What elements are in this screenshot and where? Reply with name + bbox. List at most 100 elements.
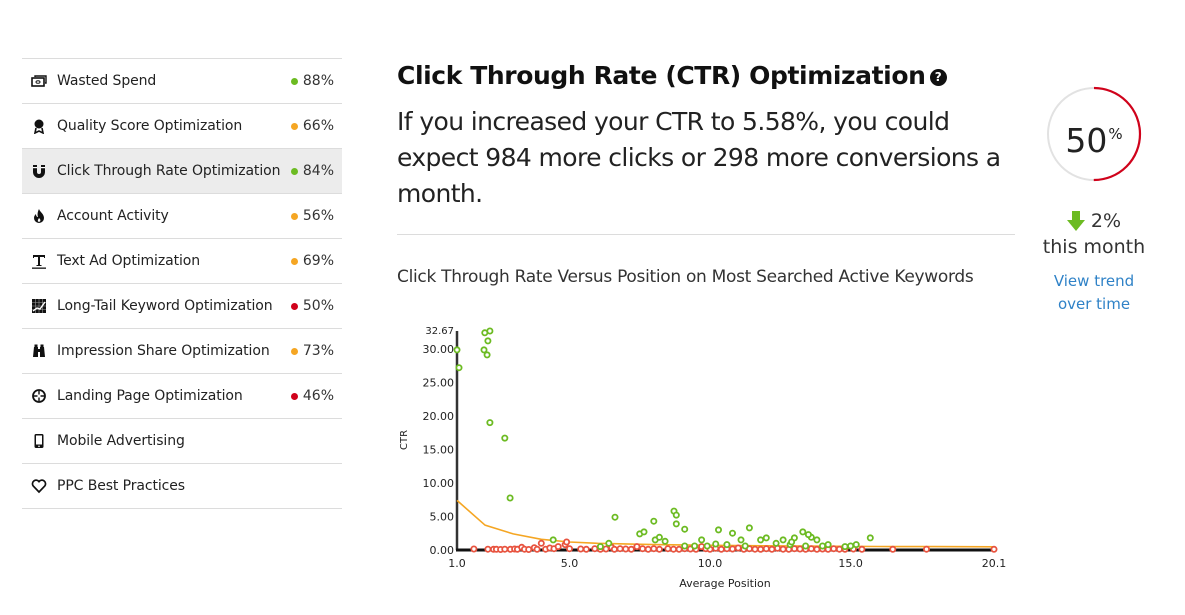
score-percent: 56% — [302, 208, 334, 224]
score-unit: % — [1108, 125, 1123, 143]
trend-row: 2% — [1036, 210, 1152, 232]
scatter-point-above-target — [847, 542, 855, 550]
scatter-point-below-target — [565, 545, 573, 553]
scatter-point-above-target — [681, 542, 689, 550]
scatter-point-below-target — [835, 545, 843, 553]
scatter-point-below-target — [813, 545, 821, 553]
scatter-point-above-target — [728, 529, 736, 537]
scatter-point-above-target — [605, 539, 613, 547]
sidebar-item-score: 46% — [290, 388, 334, 404]
sidebar-item-impression-share-optimization[interactable]: Impression Share Optimization 73% — [22, 329, 342, 374]
scatter-point-above-target — [640, 528, 648, 536]
award-ribbon-icon — [30, 117, 48, 135]
x-tick-label: 20.1 — [982, 557, 1007, 570]
scatter-point-below-target — [533, 545, 541, 553]
sidebar-item-label: Quality Score Optimization — [57, 118, 243, 134]
question-circle-icon[interactable]: ? — [929, 69, 947, 86]
sidebar-item-score: 84% — [290, 163, 334, 179]
scatter-point-above-target — [804, 531, 812, 539]
scatter-point-above-target — [453, 346, 461, 354]
scatter-point-below-target — [717, 545, 725, 553]
ctr-scatter-chart: 0.00 5.00 10.00 15.00 20.00 25.00 30.00 32.67 1… — [399, 326, 1007, 590]
status-dot — [290, 347, 298, 355]
main-content: Click Through Rate (CTR) Optimization? I… — [397, 58, 1017, 287]
arrow-down-icon — [1066, 211, 1085, 231]
score-percent: 46% — [302, 388, 334, 404]
sidebar-item-label: Mobile Advertising — [57, 433, 185, 449]
scatter-point-above-target — [484, 337, 492, 345]
x-axis-label: Average Position — [679, 577, 771, 590]
x-tick-label: 15.0 — [838, 557, 863, 570]
scatter-point-above-target — [813, 536, 821, 544]
scatter-point-below-target — [577, 545, 585, 553]
section-divider — [397, 234, 1015, 235]
scatter-point-below-target — [762, 545, 770, 553]
scatter-point-above-target — [723, 541, 731, 549]
scatter-point-below-target — [650, 545, 658, 553]
scatter-point-above-target — [741, 542, 749, 550]
sidebar-item-label: Wasted Spend — [57, 73, 157, 89]
score-percent: 84% — [302, 163, 334, 179]
score-percent: 66% — [302, 118, 334, 134]
scatter-point-below-target — [728, 545, 736, 553]
y-tick-label: 10.00 — [423, 477, 455, 490]
x-tick-label: 10.0 — [698, 557, 723, 570]
sidebar-item-mobile-advertising[interactable]: Mobile Advertising — [22, 419, 342, 464]
scatter-point-above-target — [486, 419, 494, 427]
scatter-point-below-target — [610, 545, 618, 553]
sidebar-item-text-ad-optimization[interactable]: Text Ad Optimization 69% — [22, 239, 342, 284]
view-trend-link[interactable]: View trend over time — [1036, 270, 1152, 316]
scatter-point-above-target — [788, 538, 796, 546]
score-panel: 50% 2% this month View trend over time — [1036, 86, 1152, 316]
scatter-point-above-target — [703, 542, 711, 550]
status-dot — [290, 122, 298, 130]
score-number: 50 — [1065, 121, 1108, 160]
y-tick-label: 0.00 — [430, 544, 455, 557]
heart-icon — [30, 477, 48, 495]
status-dot — [290, 167, 298, 175]
sidebar-item-landing-page-optimization[interactable]: Landing Page Optimization 46% — [22, 374, 342, 419]
sidebar-item-score: 73% — [290, 343, 334, 359]
sidebar-item-long-tail-keyword-optimization[interactable]: Long-Tail Keyword Optimization 50% — [22, 284, 342, 329]
scatter-point-below-target — [582, 545, 590, 553]
scatter-point-below-target — [669, 545, 677, 553]
scatter-point-above-target — [762, 534, 770, 542]
sidebar-item-account-activity[interactable]: Account Activity 56% — [22, 194, 342, 239]
scatter-point-above-target — [672, 520, 680, 528]
sidebar-item-click-through-rate-optimization[interactable]: Click Through Rate Optimization 84% — [22, 149, 342, 194]
sidebar-item-label: Account Activity — [57, 208, 169, 224]
x-axis: 1.0 5.0 10.0 15.0 20.1 — [448, 548, 1007, 570]
score-value: 50% — [1046, 86, 1142, 189]
page-title: Click Through Rate (CTR) Optimization? — [397, 58, 1017, 94]
sidebar-item-ppc-best-practices[interactable]: PPC Best Practices — [22, 464, 342, 509]
sidebar-nav: Wasted Spend 88% Quality Score Optimizatio… — [22, 58, 342, 509]
scatter-point-above-target — [824, 541, 832, 549]
scatter-point-below-target — [757, 545, 765, 553]
status-dot — [290, 302, 298, 310]
y-tick-label: 20.00 — [423, 410, 455, 423]
scatter-point-above-target — [549, 536, 557, 544]
chart-grid-icon — [30, 297, 48, 315]
scatter-point-below-target — [633, 543, 641, 551]
scatter-point-below-target — [923, 545, 931, 553]
chart-title: Click Through Rate Versus Position on Mo… — [397, 267, 974, 287]
mobile-phone-icon — [30, 432, 48, 450]
scatter-point-below-target — [591, 545, 599, 553]
y-axis-label: CTR — [399, 430, 410, 450]
crosshair-icon — [30, 387, 48, 405]
scatter-point-above-target — [745, 524, 753, 532]
sidebar-item-quality-score-optimization[interactable]: Quality Score Optimization 66% — [22, 104, 342, 149]
scatter-point-above-target — [698, 536, 706, 544]
sidebar-item-score: 69% — [290, 253, 334, 269]
status-dot — [290, 212, 298, 220]
scatter-point-above-target — [501, 434, 509, 442]
scatter-point-below-target — [554, 543, 562, 551]
scatter-point-below-target — [627, 545, 635, 553]
x-tick-label: 1.0 — [448, 557, 466, 570]
scatter-point-below-target — [525, 545, 533, 553]
sidebar-item-wasted-spend[interactable]: Wasted Spend 88% — [22, 59, 342, 104]
scatter-point-above-target — [737, 536, 745, 544]
scatter-point-below-target — [639, 545, 647, 553]
status-dot — [290, 392, 298, 400]
scatter-point-below-target — [644, 545, 652, 553]
